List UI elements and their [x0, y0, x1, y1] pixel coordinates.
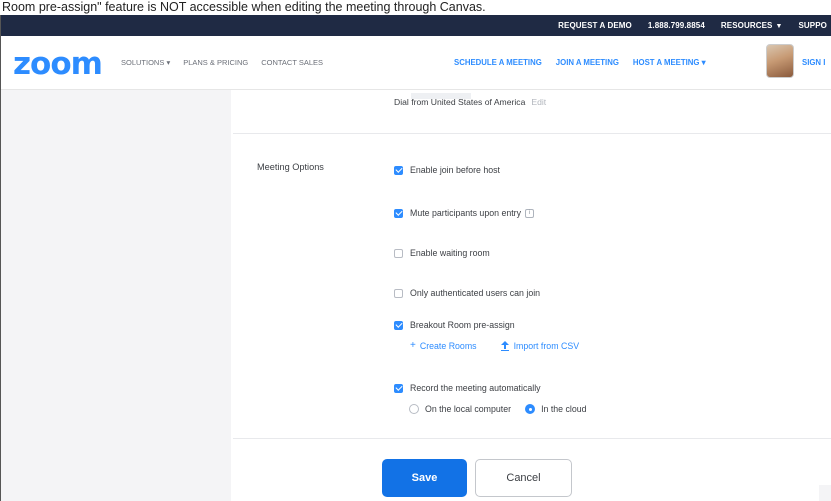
save-button[interactable]: Save [382, 459, 467, 497]
option-authenticated-users[interactable]: Only authenticated users can join [394, 288, 540, 298]
host-meeting-label: HOST A MEETING [632, 58, 700, 67]
plus-icon: + [410, 340, 416, 351]
checkbox-unchecked[interactable] [394, 288, 403, 298]
sign-in-link[interactable]: SIGN I [802, 58, 825, 67]
caption-text: Room pre-assign" feature is NOT accessib… [0, 0, 831, 15]
caret-down-icon: ▾ [701, 58, 706, 67]
radio-local-computer[interactable] [409, 404, 419, 414]
option-mute-participants[interactable]: Mute participants upon entry i [394, 208, 535, 218]
resources-menu[interactable]: RESOURCES ▼ [721, 21, 783, 30]
checkbox-checked[interactable] [394, 208, 403, 218]
create-rooms-link[interactable]: + Create Rooms [410, 340, 477, 351]
import-csv-link[interactable]: Import from CSV [500, 340, 580, 351]
nav-left-menu: SOLUTIONS ▾ PLANS & PRICING CONTACT SALE… [121, 58, 323, 67]
option-waiting-room[interactable]: Enable waiting room [394, 248, 490, 258]
option-breakout-room-preassign[interactable]: Breakout Room pre-assign [394, 320, 515, 330]
checkbox-unchecked[interactable] [394, 248, 403, 258]
create-rooms-label: Create Rooms [419, 340, 477, 351]
avatar[interactable] [766, 44, 794, 78]
dial-text: Dial from United States of America [394, 97, 526, 107]
contact-sales-link[interactable]: CONTACT SALES [261, 58, 323, 67]
resources-label: RESOURCES [720, 21, 773, 30]
zoom-logo[interactable]: zoom [13, 46, 103, 82]
caret-down-icon: ▼ [775, 23, 783, 30]
nav-right-menu: SCHEDULE A MEETING JOIN A MEETING HOST A… [454, 58, 706, 67]
caret-down-icon: ▾ [166, 58, 171, 67]
checkbox-checked[interactable] [394, 165, 403, 175]
option-label: Record the meeting automatically [410, 383, 541, 393]
option-join-before-host[interactable]: Enable join before host [394, 165, 500, 175]
host-meeting-menu[interactable]: HOST A MEETING ▾ [633, 58, 706, 67]
solutions-label: SOLUTIONS [121, 58, 165, 67]
option-label: Enable join before host [410, 165, 500, 175]
join-meeting-link[interactable]: JOIN A MEETING [556, 58, 619, 67]
option-label: Breakout Room pre-assign [410, 320, 515, 330]
section-divider [233, 438, 831, 439]
info-icon[interactable]: i [525, 208, 535, 218]
section-divider [233, 133, 831, 134]
page-corner [819, 485, 831, 501]
breakout-actions: + Create Rooms Import from CSV [410, 340, 579, 351]
option-label: Enable waiting room [410, 248, 490, 258]
main-navbar: zoom SOLUTIONS ▾ PLANS & PRICING CONTACT… [1, 36, 831, 90]
radio-local-label: On the local computer [425, 404, 512, 414]
cancel-button[interactable]: Cancel [475, 459, 572, 497]
browser-frame: REQUEST A DEMO 1.888.799.8854 RESOURCES ▼… [0, 15, 831, 501]
phone-number[interactable]: 1.888.799.8854 [648, 21, 705, 30]
top-utility-bar: REQUEST A DEMO 1.888.799.8854 RESOURCES ▼… [1, 15, 831, 36]
support-link[interactable]: SUPPO [798, 21, 827, 30]
radio-cloud-label: In the cloud [541, 404, 587, 414]
dial-edit-link[interactable]: Edit [531, 97, 546, 107]
meeting-options-label: Meeting Options [257, 162, 324, 172]
option-label: Only authenticated users can join [410, 288, 541, 298]
request-demo-link[interactable]: REQUEST A DEMO [558, 21, 632, 30]
checkbox-checked[interactable] [394, 383, 403, 393]
left-sidebar [1, 90, 231, 501]
import-csv-label: Import from CSV [513, 340, 580, 351]
checkbox-checked[interactable] [394, 320, 403, 330]
radio-cloud[interactable] [525, 404, 536, 414]
record-location-radios: On the local computer In the cloud [409, 404, 587, 414]
plans-pricing-link[interactable]: PLANS & PRICING [183, 58, 248, 67]
solutions-menu[interactable]: SOLUTIONS ▾ [121, 58, 170, 67]
option-label: Mute participants upon entry [410, 208, 522, 218]
schedule-meeting-link[interactable]: SCHEDULE A MEETING [454, 58, 542, 67]
option-record-automatically[interactable]: Record the meeting automatically [394, 383, 541, 393]
dial-info: Dial from United States of America Edit [394, 97, 546, 107]
upload-icon [500, 340, 509, 351]
